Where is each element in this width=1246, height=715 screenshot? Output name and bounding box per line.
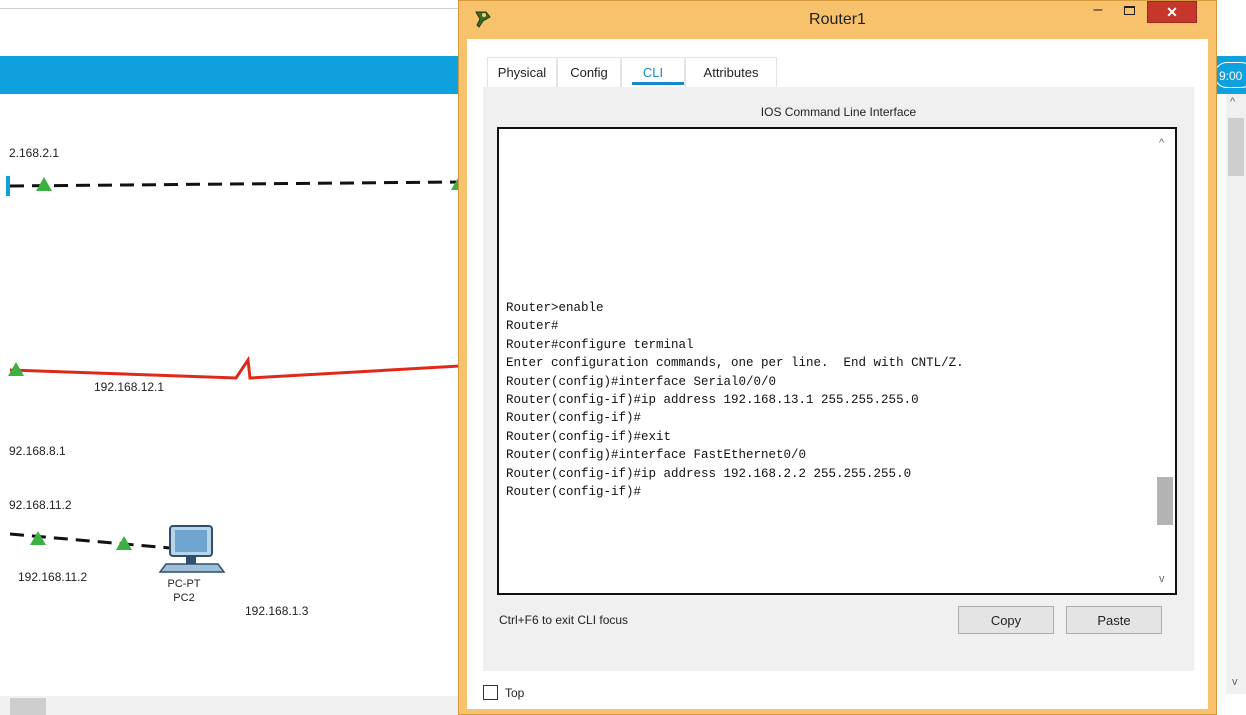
cli-output: Router>enable Router# Router#configure ter… [506, 299, 964, 501]
workspace-scroll-thumb[interactable] [1228, 118, 1244, 176]
cli-panel: IOS Command Line Interface Router>enable… [483, 87, 1194, 671]
workspace-vertical-scrollbar[interactable] [1226, 94, 1246, 694]
scroll-up-arrow-icon[interactable]: ^ [1159, 137, 1164, 149]
cli-line: Router(config)#interface FastEthernet0/0 [506, 448, 807, 463]
maximize-button[interactable] [1115, 1, 1145, 23]
cli-focus-hint: Ctrl+F6 to exit CLI focus [499, 613, 629, 627]
workspace-hscroll-thumb[interactable] [10, 698, 46, 715]
scroll-up-arrow-icon[interactable]: ^ [1230, 96, 1235, 108]
device-type-label: PC-PT [167, 578, 201, 590]
router-config-window: Router1 – ✕ Physical Config CLI Attribut… [458, 0, 1217, 715]
cli-line: Router(config)#interface Serial0/0/0 [506, 374, 777, 389]
maximize-icon [1124, 6, 1135, 15]
serial-link [9, 355, 460, 380]
window-title-bar[interactable]: Router1 – ✕ [459, 1, 1216, 39]
ip-label: 192.168.11.2 [17, 570, 89, 584]
ip-label: 192.168.12.1 [93, 380, 166, 394]
pc-icon [158, 525, 226, 573]
cli-line: Router# [506, 319, 559, 334]
cli-line: Router(config-if)#ip address 192.168.13.… [506, 393, 919, 408]
cli-line: Router(config-if)# [506, 485, 642, 500]
cli-scroll-thumb[interactable] [1157, 477, 1173, 525]
paste-button[interactable]: Paste [1066, 606, 1162, 634]
cli-line: Router(config-if)#exit [506, 429, 672, 444]
cli-line: Router#configure terminal [506, 337, 694, 352]
active-tab-indicator [632, 82, 684, 85]
ip-label: 192.168.1.3 [244, 604, 310, 618]
cli-line: Enter configuration commands, one per li… [506, 356, 964, 371]
workspace-horizontal-scrollbar[interactable] [0, 696, 460, 715]
cli-line: Router>enable [506, 301, 604, 315]
ethernet-link-top [9, 180, 460, 188]
close-button[interactable]: ✕ [1147, 1, 1197, 23]
window-content: Physical Config CLI Attributes IOS Comma… [467, 39, 1208, 709]
cli-terminal[interactable]: Router>enable Router# Router#configure ter… [497, 127, 1177, 595]
topology-canvas[interactable] [0, 94, 460, 694]
cli-vertical-scrollbar[interactable]: ^ v [1155, 129, 1175, 593]
scroll-down-arrow-icon[interactable]: v [1159, 573, 1165, 585]
cli-line: Router(config-if)#ip address 192.168.2.2… [506, 466, 912, 481]
scroll-down-arrow-icon[interactable]: v [1232, 676, 1238, 688]
ip-label: 92.168.11.2 [8, 498, 73, 512]
top-checkbox[interactable] [483, 685, 498, 700]
router-port-marker [6, 176, 10, 196]
device-name-label: PC2 [173, 592, 195, 604]
copy-button[interactable]: Copy [958, 606, 1054, 634]
panel-title: IOS Command Line Interface [760, 105, 917, 119]
tab-attributes[interactable]: Attributes [685, 57, 777, 87]
menu-divider [0, 8, 460, 9]
simulation-clock[interactable]: 9:00 [1214, 62, 1246, 88]
top-checkbox-label: Top [505, 686, 525, 700]
tab-physical[interactable]: Physical [487, 57, 557, 87]
minimize-button[interactable]: – [1083, 1, 1113, 23]
cli-line: Router(config-if)# [506, 411, 642, 426]
tab-cli[interactable]: CLI [621, 57, 685, 87]
tab-config[interactable]: Config [557, 57, 621, 87]
ip-label: 2.168.2.1 [8, 146, 61, 160]
link-status-up-icon [36, 177, 52, 191]
ip-label: 92.168.8.1 [8, 444, 67, 458]
